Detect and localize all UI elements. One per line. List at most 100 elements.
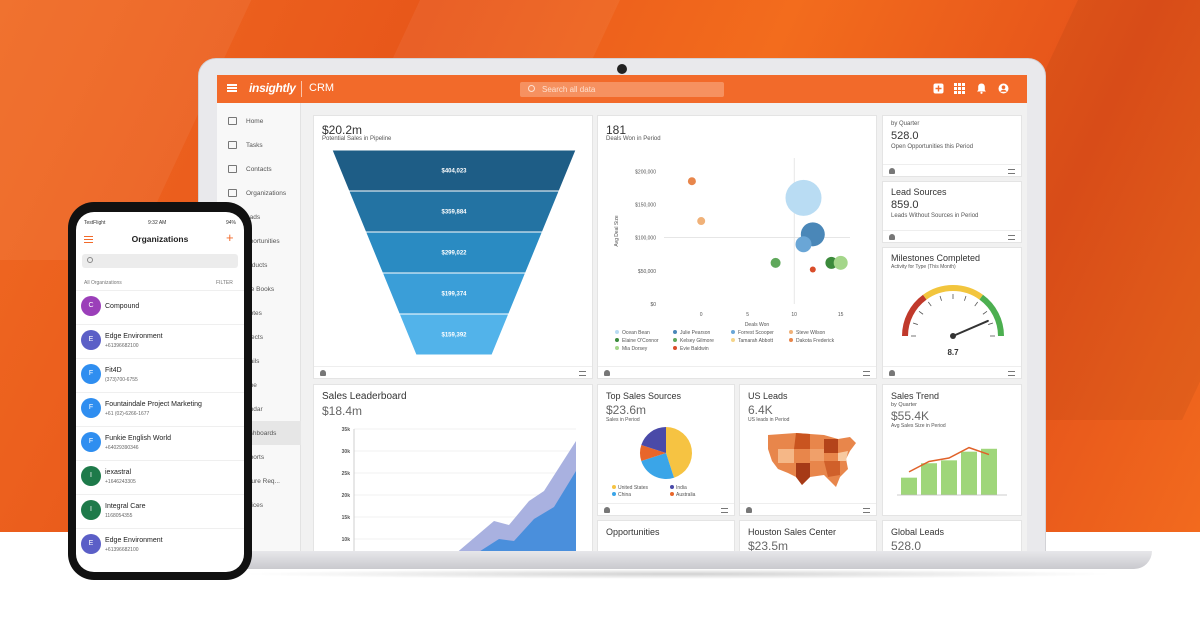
laptop-camera — [617, 64, 627, 74]
card-menu-icon[interactable] — [863, 508, 870, 513]
user-profile-icon[interactable] — [998, 83, 1009, 94]
sidebar-item-home[interactable]: Home — [217, 109, 301, 133]
global-leads-title: Global Leads — [891, 527, 945, 537]
legend-swatch — [670, 485, 674, 489]
card-menu-icon[interactable] — [863, 371, 870, 376]
y-tick-label: 15k — [342, 515, 351, 521]
bell-icon[interactable] — [976, 83, 987, 94]
gauge-tick — [927, 301, 932, 307]
legend-swatch — [670, 492, 674, 496]
organization-list-item[interactable]: F Fit4D (373)700-6755 — [76, 358, 244, 391]
x-tick-label: 15 — [838, 312, 844, 318]
organization-name: Edge Environment — [105, 537, 163, 544]
owner-icon — [746, 507, 752, 513]
y-tick-label: $100,000 — [635, 236, 656, 242]
lead-sources-card[interactable]: Lead Sources 859.0 Leads Without Sources… — [882, 181, 1022, 243]
sales-leaderboard-card[interactable]: Sales Leaderboard $18.4m 35k 30k 25k 20k 15k… — [313, 384, 593, 551]
houston-value: $23.5m — [748, 539, 789, 551]
card-menu-icon[interactable] — [579, 371, 586, 376]
sales-trend-card[interactable]: Sales Trend by Quarter $55.4K Avg Sales … — [882, 384, 1022, 516]
organization-list-item[interactable]: I Integral Care 1168054355 — [76, 494, 244, 527]
opportunities-card[interactable]: Opportunities — [597, 520, 735, 551]
organization-phone: 1168054355 — [105, 513, 133, 519]
card-menu-icon[interactable] — [1008, 235, 1015, 240]
sidebar-item-contacts[interactable]: Contacts — [217, 157, 301, 181]
deals-card[interactable]: 181 Deals Won in Period $200,000 $150,000… — [597, 115, 877, 379]
search-input[interactable]: Search all data — [520, 82, 724, 97]
global-leads-card[interactable]: Global Leads 528.0 — [882, 520, 1022, 551]
leaderboard-area-chart: 35k 30k 25k 20k 15k 10k — [342, 427, 576, 551]
houston-card[interactable]: Houston Sales Center $23.5m — [739, 520, 877, 551]
legend-swatch — [673, 338, 677, 342]
legend-swatch — [612, 492, 616, 496]
gauge-chart — [902, 285, 1004, 339]
organization-name: iexastral — [105, 469, 132, 476]
owner-icon — [889, 168, 895, 174]
owner-icon — [604, 507, 610, 513]
avatar: I — [81, 466, 101, 486]
legend-swatch — [612, 485, 616, 489]
phone-add-icon[interactable]: + — [226, 231, 234, 244]
gauge-band — [979, 294, 1004, 337]
y-tick-label: $0 — [650, 302, 656, 308]
scatter-point — [697, 217, 706, 226]
y-tick-label: $200,000 — [635, 169, 656, 175]
phone-search-input[interactable] — [82, 254, 238, 268]
card-footer — [314, 366, 592, 378]
card-menu-icon[interactable] — [1008, 169, 1015, 174]
trend-bar — [901, 477, 917, 495]
app-logo[interactable]: insightly — [249, 81, 296, 95]
scatter-point — [809, 266, 816, 273]
top-sources-title: Top Sales Sources — [606, 391, 682, 401]
organization-name: Integral Care — [105, 503, 146, 510]
scatter-point — [687, 177, 696, 186]
organization-list-item[interactable]: F Funkie English World +64029390346 — [76, 426, 244, 459]
apps-grid-icon[interactable] — [954, 83, 965, 94]
leaderboard-title: Sales Leaderboard — [322, 391, 407, 402]
gauge-tick — [918, 310, 924, 315]
gauge-tick — [964, 295, 967, 301]
filter-button[interactable]: FILTER — [216, 280, 233, 286]
laptop-base — [194, 551, 1152, 569]
y-tick-label: $150,000 — [635, 202, 656, 208]
organization-list-item[interactable]: Iiexastral +1646243305 — [76, 460, 244, 493]
scatter-chart: $200,000$150,000$100,000$50,000$00 5 10 15D… — [614, 158, 850, 328]
organization-list-item[interactable]: F Fountaindale Project Marketing +61 (02)-… — [76, 392, 244, 425]
by-quarter-title: by Quarter — [891, 121, 920, 127]
gauge-tick — [974, 301, 979, 307]
organization-phone: +61396682100 — [105, 343, 139, 349]
legend-label: Evie Baldwin — [680, 346, 709, 352]
organization-phone: +1646243305 — [105, 479, 136, 485]
y-tick-label: 35k — [342, 427, 351, 433]
by-quarter-card[interactable]: by Quarter 528.0 Open Opportunities this… — [882, 115, 1022, 177]
laptop-screen: insightly CRM Search all data Home Tasks… — [217, 75, 1027, 551]
organization-list-item[interactable]: E Edge Environment +61396682100 — [76, 324, 244, 357]
add-icon[interactable] — [933, 83, 944, 94]
sales-trend-chart — [897, 446, 1007, 496]
search-icon — [87, 257, 93, 263]
card-menu-icon[interactable] — [1008, 371, 1015, 376]
battery: 94% — [225, 220, 236, 226]
avatar: C — [81, 296, 101, 316]
home-icon — [228, 117, 237, 125]
top-sales-sources-card[interactable]: Top Sales Sources $23.6m Sales in Period… — [597, 384, 735, 516]
lead-sources-title: Lead Sources — [891, 187, 947, 197]
legend-swatch — [615, 346, 619, 350]
legend-label: Ocean Bean — [622, 330, 650, 336]
x-tick-label: 10 — [791, 312, 797, 318]
pipeline-card[interactable]: $20.2m Potential Sales in Pipeline $404,… — [313, 115, 593, 379]
laptop-shadow — [238, 569, 1118, 579]
legend-label: Kelsey Gilmore — [680, 338, 714, 344]
legend-label: Forrest Scooper — [738, 330, 774, 336]
avatar: E — [81, 330, 101, 350]
sidebar-item-tasks[interactable]: Tasks — [217, 133, 301, 157]
scatter-point — [770, 257, 781, 268]
organization-list-item[interactable]: E Edge Environment +61396682100 — [76, 528, 244, 561]
scatter-legend: Ocean Bean Julie Pearson Forrest Scooper St… — [615, 330, 835, 352]
milestones-card[interactable]: Milestones Completed Activity for Type (… — [882, 247, 1022, 379]
organization-list-item[interactable]: C Compound — [76, 290, 244, 323]
us-leads-card[interactable]: US Leads 6.4K US leads in Period — [739, 384, 877, 516]
card-menu-icon[interactable] — [721, 508, 728, 513]
legend-label: Dakota Frederick — [796, 338, 835, 344]
menu-icon[interactable] — [227, 84, 237, 92]
